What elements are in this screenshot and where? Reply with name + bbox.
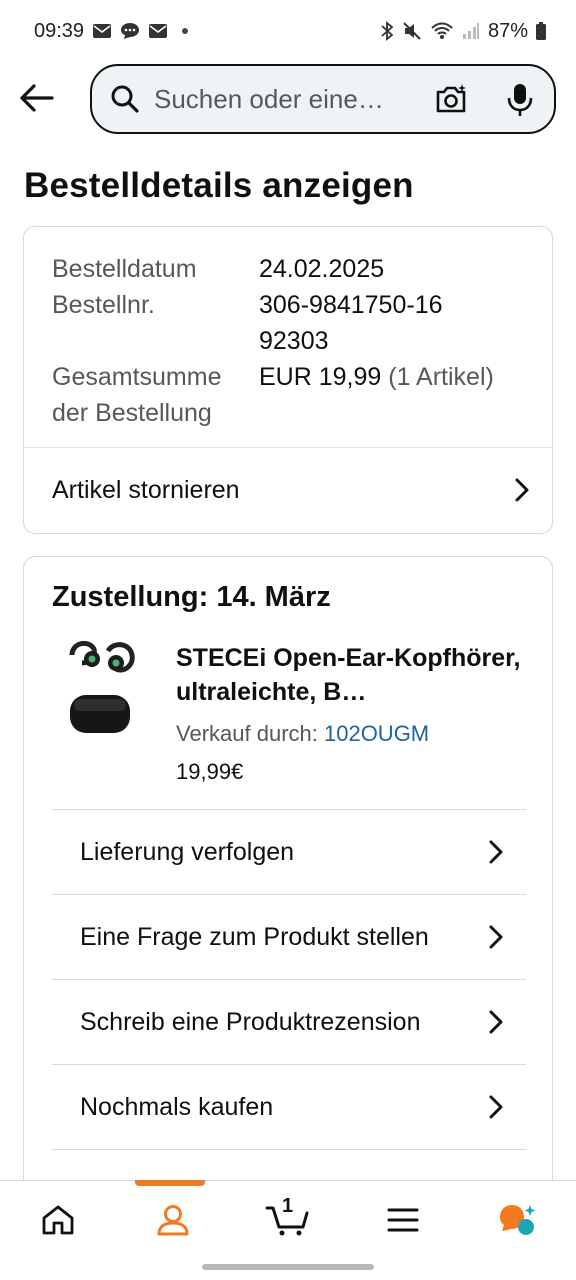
search-icon	[111, 85, 139, 113]
cancel-items-label: Artikel stornieren	[52, 475, 240, 504]
order-summary-card: Bestelldatum 24.02.2025 Bestellnr. 306-9…	[23, 226, 553, 534]
nav-menu[interactable]	[363, 1181, 443, 1259]
account-icon	[157, 1204, 189, 1235]
back-button[interactable]	[14, 76, 58, 120]
action-label: Schreib eine Produktrezension	[80, 1007, 421, 1036]
order-total-label: Gesamtsumme der Bestellung	[52, 363, 222, 427]
order-total-amount: EUR 19,99	[259, 363, 382, 391]
order-total-row: Gesamtsumme der Bestellung EUR 19,99 (1 …	[52, 359, 532, 431]
order-number-value: 306-9841750-1692303	[259, 291, 443, 355]
top-bar	[0, 62, 576, 134]
mail-icon	[148, 23, 168, 39]
chevron-right-icon	[488, 1094, 504, 1120]
mute-icon	[402, 21, 422, 41]
back-arrow-icon	[20, 84, 54, 112]
bluetooth-icon	[380, 21, 394, 41]
active-tab-indicator	[134, 1179, 205, 1186]
wifi-icon	[430, 21, 454, 41]
menu-icon	[387, 1208, 419, 1231]
product-price: 19,99€	[176, 759, 244, 784]
bottom-navigation: 1	[0, 1179, 576, 1259]
seller-info: Verkauf durch: 102OUGM	[176, 721, 429, 747]
chevron-right-icon	[488, 924, 504, 950]
status-right: 87%	[380, 20, 546, 43]
product-image[interactable]	[64, 637, 144, 737]
action-label: Lieferung verfolgen	[80, 837, 295, 866]
order-date-row: Bestelldatum 24.02.2025	[52, 251, 532, 287]
track-package-link[interactable]: Lieferung verfolgen	[52, 809, 526, 894]
order-total-value: EUR 19,99 (1 Artikel)	[259, 359, 532, 431]
chevron-right-icon	[514, 477, 530, 503]
cart-count-badge: 1	[281, 1194, 294, 1217]
camera-search-icon[interactable]	[434, 83, 468, 120]
mail-icon	[92, 23, 112, 39]
battery-percent: 87%	[487, 19, 528, 42]
status-left: 09:39	[34, 19, 189, 43]
nav-rufus[interactable]	[478, 1181, 558, 1259]
seller-label: Verkauf durch:	[176, 721, 324, 746]
home-icon	[42, 1205, 73, 1234]
earbuds-icon	[69, 640, 135, 733]
order-number-label: Bestellnr.	[52, 291, 155, 319]
search-input[interactable]	[154, 83, 404, 115]
order-date-value: 24.02.2025	[259, 255, 385, 283]
chevron-right-icon	[488, 839, 504, 865]
chevron-right-icon	[488, 1009, 504, 1035]
order-number-row: Bestellnr. 306-9841750-1692303	[52, 287, 532, 359]
page-title: Bestelldetails anzeigen	[24, 166, 414, 205]
delivery-card: Zustellung: 14. März STECEi Open-Ear-Kop…	[23, 556, 553, 1196]
gesture-bar	[202, 1264, 374, 1270]
search-bar[interactable]	[90, 64, 556, 134]
status-time: 09:39	[34, 19, 85, 42]
seller-link[interactable]: 102OUGM	[324, 721, 429, 746]
order-date-label: Bestelldatum	[52, 255, 197, 283]
delivery-actions: Lieferung verfolgen Eine Frage zum Produ…	[52, 809, 526, 1189]
chat-icon	[120, 22, 140, 40]
write-review-link[interactable]: Schreib eine Produktrezension	[52, 979, 526, 1064]
nav-cart[interactable]: 1	[248, 1181, 328, 1259]
battery-icon	[536, 22, 546, 40]
product-title[interactable]: STECEi Open-Ear-Kopfhörer, ultraleichte,…	[176, 641, 531, 709]
buy-again-link[interactable]: Nochmals kaufen	[52, 1064, 526, 1149]
notification-dot	[182, 28, 189, 34]
order-info: Bestelldatum 24.02.2025 Bestellnr. 306-9…	[52, 251, 532, 431]
delivery-heading: Zustellung: 14. März	[52, 581, 331, 613]
rufus-icon	[500, 1204, 536, 1235]
action-label: Nochmals kaufen	[80, 1092, 274, 1121]
action-label: Eine Frage zum Produkt stellen	[80, 922, 429, 951]
nav-account[interactable]	[133, 1179, 213, 1259]
cancel-items-link[interactable]: Artikel stornieren	[24, 448, 552, 532]
microphone-icon[interactable]	[506, 82, 534, 123]
signal-icon	[462, 22, 480, 40]
ask-product-question-link[interactable]: Eine Frage zum Produkt stellen	[52, 894, 526, 979]
order-item-count: (1 Artikel)	[381, 363, 494, 391]
nav-home[interactable]	[18, 1181, 98, 1259]
status-bar: 09:39 87%	[0, 0, 576, 62]
